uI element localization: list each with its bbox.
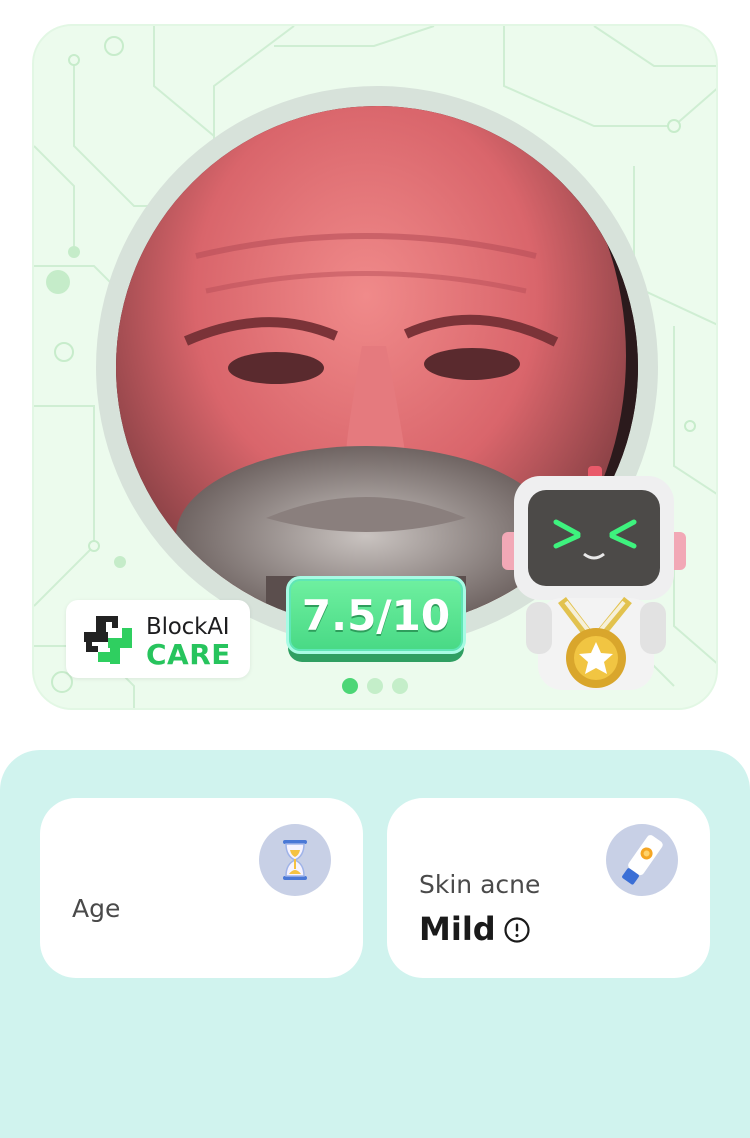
brand-name-line1: BlockAI: [146, 614, 230, 640]
carousel-dot-3[interactable]: [392, 678, 408, 694]
info-icon[interactable]: [503, 916, 531, 944]
carousel-dot-1[interactable]: [342, 678, 358, 694]
carousel-indicator: [342, 678, 412, 694]
medical-cross-logo-icon: [84, 616, 132, 664]
skin-acne-value: Mild: [419, 910, 496, 948]
sunscreen-tube-icon: [606, 824, 678, 896]
age-label: Age: [72, 894, 121, 923]
age-card[interactable]: Age: [40, 798, 363, 978]
carousel-dot-2[interactable]: [367, 678, 383, 694]
brand-name-line2: CARE: [146, 638, 231, 671]
hourglass-icon: [259, 824, 331, 896]
brand-logo-badge: BlockAI CARE: [66, 600, 250, 678]
score-value: 7.5/10: [301, 590, 451, 640]
robot-mascot-medal-icon: [502, 466, 686, 690]
score-badge: 7.5/10: [286, 576, 466, 662]
skin-acne-label: Skin acne: [419, 870, 541, 899]
skin-acne-card[interactable]: Skin acne Mild: [387, 798, 710, 978]
result-hero-card: BlockAI CARE 7.5/10: [32, 24, 718, 710]
